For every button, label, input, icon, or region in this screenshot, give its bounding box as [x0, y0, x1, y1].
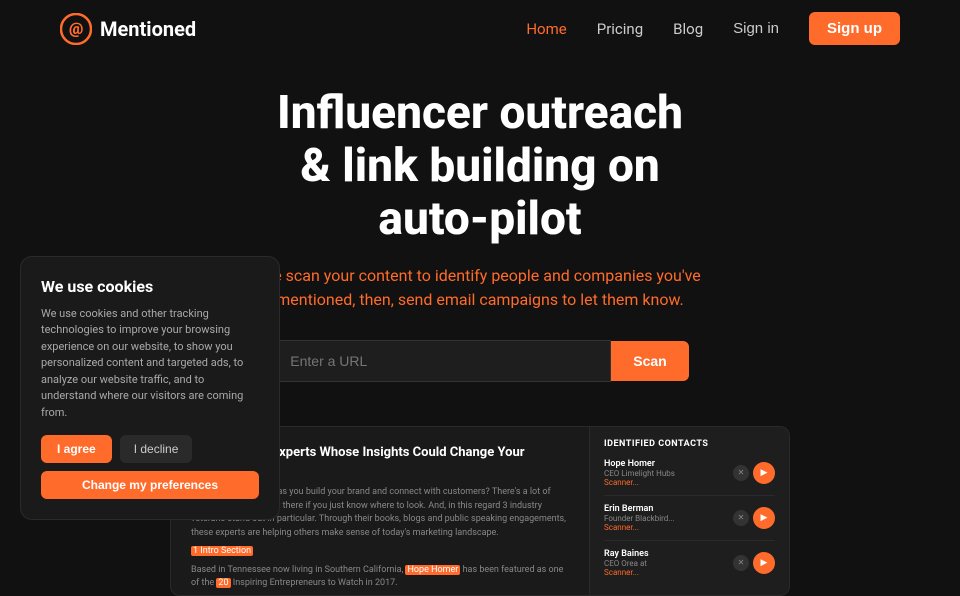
- contact-dismiss-1[interactable]: ✕: [733, 465, 749, 481]
- nav-links: Home Pricing Blog Sign in Sign up: [526, 12, 900, 45]
- contacts-title: IDENTIFIED CONTACTS: [604, 439, 708, 449]
- highlight-hope: Hope Homer: [405, 565, 460, 575]
- nav-blog[interactable]: Blog: [673, 20, 703, 38]
- contact-item-3: Ray Baines CEO Orea at Scanner... ✕ ▶: [604, 549, 775, 585]
- article-body1: Based in Tennessee now living in Souther…: [191, 564, 569, 591]
- contacts-header: IDENTIFIED CONTACTS: [604, 439, 775, 449]
- cookie-agree-button[interactable]: I agree: [41, 435, 112, 463]
- contact-send-2[interactable]: ▶: [753, 507, 775, 529]
- contact-link-2[interactable]: Scanner...: [604, 523, 733, 532]
- contact-send-1[interactable]: ▶: [753, 462, 775, 484]
- contact-link-3[interactable]: Scanner...: [604, 568, 733, 577]
- contact-title-3: CEO Orea at: [604, 559, 733, 568]
- contact-item-2: Erin Berman Founder Blackbird... Scanner…: [604, 504, 775, 541]
- contact-name-1: Hope Homer: [604, 459, 733, 469]
- cookie-banner: We use cookies We use cookies and other …: [20, 256, 280, 521]
- contact-actions-3: ✕ ▶: [733, 552, 775, 574]
- contact-link-1[interactable]: Scanner...: [604, 478, 733, 487]
- contact-send-3[interactable]: ▶: [753, 552, 775, 574]
- contact-title-2: Founder Blackbird...: [604, 514, 733, 523]
- article-section1: 1 Intro Section: [191, 545, 569, 559]
- contacts-panel: IDENTIFIED CONTACTS Hope Homer CEO Limel…: [590, 426, 790, 596]
- contact-name-2: Erin Berman: [604, 504, 733, 514]
- contact-info-2: Erin Berman Founder Blackbird... Scanner…: [604, 504, 733, 532]
- nav-home[interactable]: Home: [526, 20, 566, 38]
- highlight-20: 20: [216, 578, 230, 588]
- contact-name-3: Ray Baines: [604, 549, 733, 559]
- url-input[interactable]: [271, 340, 611, 382]
- signup-button[interactable]: Sign up: [809, 12, 900, 45]
- navbar: @ Mentioned Home Pricing Blog Sign in Si…: [0, 0, 960, 57]
- hero-headline: Influencer outreach & link building on a…: [130, 87, 830, 246]
- contact-dismiss-3[interactable]: ✕: [733, 555, 749, 571]
- svg-text:@: @: [69, 19, 83, 38]
- contact-item-1: Hope Homer CEO Limelight Hubs Scanner...…: [604, 459, 775, 496]
- signin-button[interactable]: Sign in: [733, 20, 779, 37]
- cookie-action-buttons: I agree I decline: [41, 435, 259, 463]
- contact-actions-1: ✕ ▶: [733, 462, 775, 484]
- scan-button[interactable]: Scan: [611, 341, 688, 381]
- contact-actions-2: ✕ ▶: [733, 507, 775, 529]
- cookie-decline-button[interactable]: I decline: [120, 435, 193, 463]
- contact-info-1: Hope Homer CEO Limelight Hubs Scanner...: [604, 459, 733, 487]
- logo[interactable]: @ Mentioned: [60, 13, 196, 45]
- cookie-title: We use cookies: [41, 277, 259, 296]
- hero-subtext: We scan your content to identify people …: [220, 264, 740, 312]
- contact-title-1: CEO Limelight Hubs: [604, 469, 733, 478]
- nav-pricing[interactable]: Pricing: [597, 20, 643, 38]
- contact-dismiss-2[interactable]: ✕: [733, 510, 749, 526]
- cookie-text: We use cookies and other tracking techno…: [41, 306, 259, 422]
- contact-info-3: Ray Baines CEO Orea at Scanner...: [604, 549, 733, 577]
- logo-text: Mentioned: [100, 17, 196, 41]
- highlight-section1: 1 Intro Section: [191, 546, 253, 556]
- cookie-prefs-button[interactable]: Change my preferences: [41, 471, 259, 499]
